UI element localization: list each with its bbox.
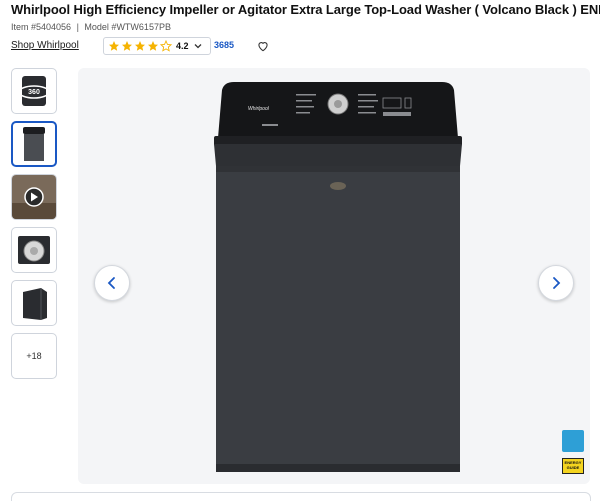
star-empty-icon [160,40,172,52]
energy-star-icon [562,430,584,452]
item-meta: Item #5404056 | Model #WTW6157PB [11,22,171,32]
chevron-right-icon [553,277,561,289]
model-number: Model #WTW6157PB [84,22,171,32]
chevron-down-icon[interactable] [193,41,203,51]
product-title: Whirlpool High Efficiency Impeller or Ag… [11,2,600,17]
thumbnail-open-top-image[interactable] [11,227,57,273]
review-count-link[interactable]: 3685 [214,40,234,50]
chevron-left-icon [107,277,115,289]
meta-separator: | [76,22,79,32]
heart-icon[interactable] [256,39,270,53]
product-image-viewer[interactable]: Whirlpool ENERGY GUIDE [78,68,590,484]
item-number: Item #5404056 [11,22,72,32]
washer-product-image: Whirlpool [214,82,462,472]
product-details-card [11,492,591,501]
thumbnail-side-image[interactable] [11,280,57,326]
previous-image-button[interactable] [94,265,130,301]
thumbnail-360-view[interactable]: 360 [11,68,57,114]
star-rating [108,40,172,52]
thumbnail-video[interactable] [11,174,57,220]
washer-brand-text: Whirlpool [248,106,270,112]
washer-top-icon [18,236,50,264]
star-full-icon [109,41,119,51]
thumbnail-list: 360 +18 [11,68,57,386]
thumbnail-more-label: +18 [26,351,42,361]
washer-front-icon [23,127,45,161]
video-thumbnail-icon [12,175,56,219]
next-image-button[interactable] [538,265,574,301]
thumbnail-front-image[interactable] [11,121,57,167]
star-full-icon [135,41,145,51]
washer-side-icon [23,288,47,320]
rotate-360-icon: 360 [18,76,50,106]
thumbnail-360-label: 360 [28,89,40,96]
rating-summary[interactable]: 4.2 [103,37,211,55]
thumbnail-more[interactable]: +18 [11,333,57,379]
rating-value: 4.2 [176,41,189,51]
star-full-icon [148,41,158,51]
star-full-icon [122,41,132,51]
shop-brand-link[interactable]: Shop Whirlpool [11,40,79,51]
energy-guide-label[interactable]: ENERGY GUIDE [562,458,584,474]
